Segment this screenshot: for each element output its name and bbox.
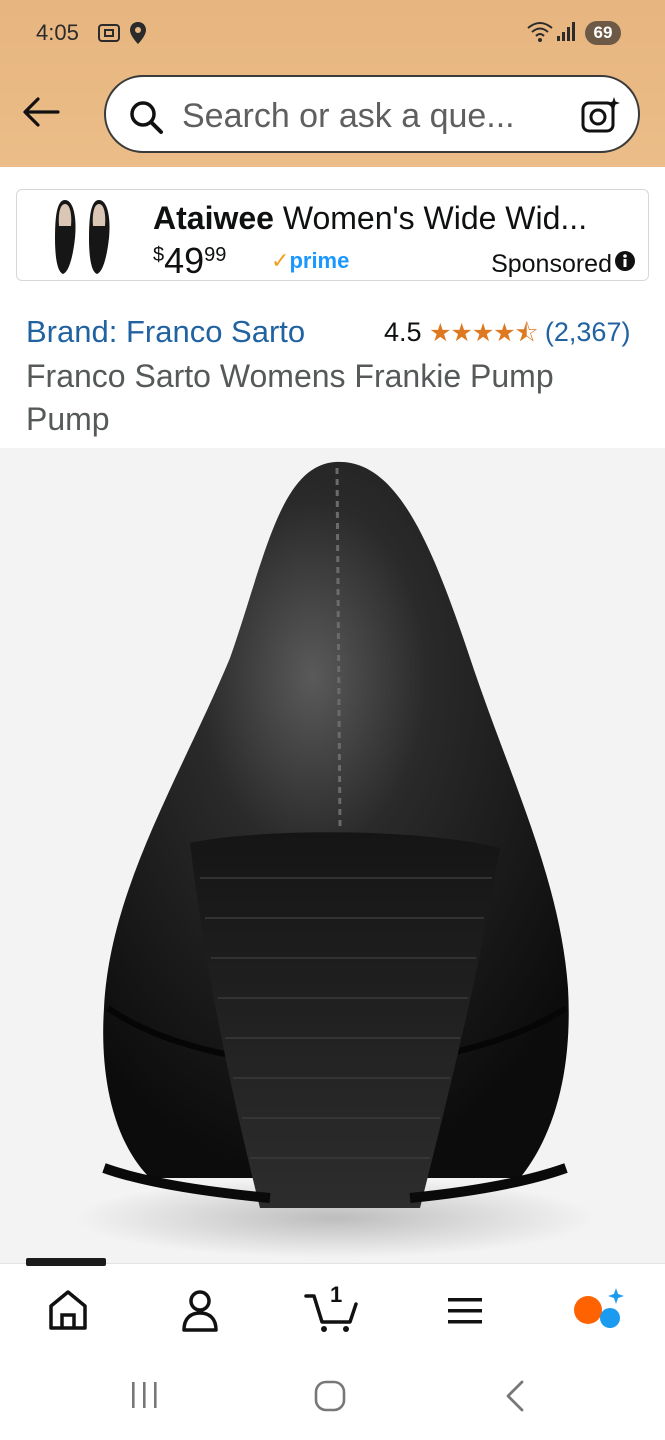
rating-summary[interactable]: 4.5 ★★★★⯪ (2,367) — [384, 314, 630, 357]
home-system-icon[interactable] — [312, 1378, 348, 1419]
nav-rufus[interactable] — [570, 1284, 626, 1336]
cart-count: 1 — [330, 1282, 343, 1307]
nav-account[interactable] — [172, 1284, 228, 1336]
top-header: 4:05 69 — [0, 0, 665, 167]
price-symbol: $ — [153, 244, 165, 266]
prime-badge: ✓prime — [271, 248, 349, 274]
status-bar: 4:05 69 — [0, 0, 665, 66]
sponsored-label: Sponsored — [491, 250, 612, 278]
nav-menu[interactable] — [438, 1284, 494, 1336]
brand-link[interactable]: Brand: Franco Sarto — [26, 314, 305, 350]
back-arrow-icon — [23, 97, 60, 127]
ad-price: $4999 — [153, 240, 226, 282]
menu-icon — [448, 1298, 482, 1324]
nav-cart[interactable]: 1 — [302, 1282, 362, 1336]
price-whole: 49 — [164, 240, 205, 281]
signal-icon — [556, 20, 576, 48]
ad-title-text: Women's Wide Wid... — [273, 200, 588, 236]
screenshot-icon — [96, 20, 122, 52]
product-title: Franco Sarto Womens Frankie Pump Pump — [26, 358, 554, 437]
search-bar[interactable] — [104, 75, 640, 153]
recent-apps-icon[interactable] — [128, 1378, 160, 1417]
search-input[interactable] — [182, 91, 562, 141]
camera-search-icon[interactable] — [580, 95, 622, 140]
battery-level: 69 — [585, 21, 621, 45]
bottom-navigation: 1 — [0, 1258, 665, 1351]
ad-product-thumbnail — [51, 194, 115, 283]
ad-title: Ataiwee Women's Wide Wid... — [153, 200, 633, 237]
rufus-ai-icon — [574, 1288, 624, 1328]
back-system-icon[interactable] — [500, 1378, 532, 1419]
back-button[interactable] — [20, 92, 64, 132]
price-fraction: 99 — [204, 244, 227, 266]
rating-value: 4.5 — [384, 317, 422, 347]
wifi-icon — [526, 20, 554, 50]
nav-home[interactable] — [40, 1284, 96, 1336]
account-icon — [182, 1290, 218, 1332]
system-navigation-bar — [0, 1350, 665, 1440]
location-icon — [128, 20, 148, 52]
home-icon — [49, 1290, 87, 1330]
status-time: 4:05 — [36, 20, 79, 45]
prime-check-icon: ✓ — [271, 248, 290, 273]
shoe-image — [75, 461, 595, 1258]
rating-count[interactable]: (2,367) — [545, 317, 631, 347]
rating-stars: ★★★★⯪ — [429, 319, 538, 347]
active-tab-indicator — [26, 1258, 106, 1266]
product-image[interactable] — [0, 448, 665, 1263]
prime-label: prime — [289, 248, 350, 273]
ad-brand: Ataiwee — [153, 200, 274, 236]
sponsored-ad-card[interactable]: Ataiwee Women's Wide Wid... $4999 ✓prime… — [16, 189, 649, 281]
search-icon — [128, 99, 164, 140]
info-icon[interactable] — [614, 250, 636, 277]
